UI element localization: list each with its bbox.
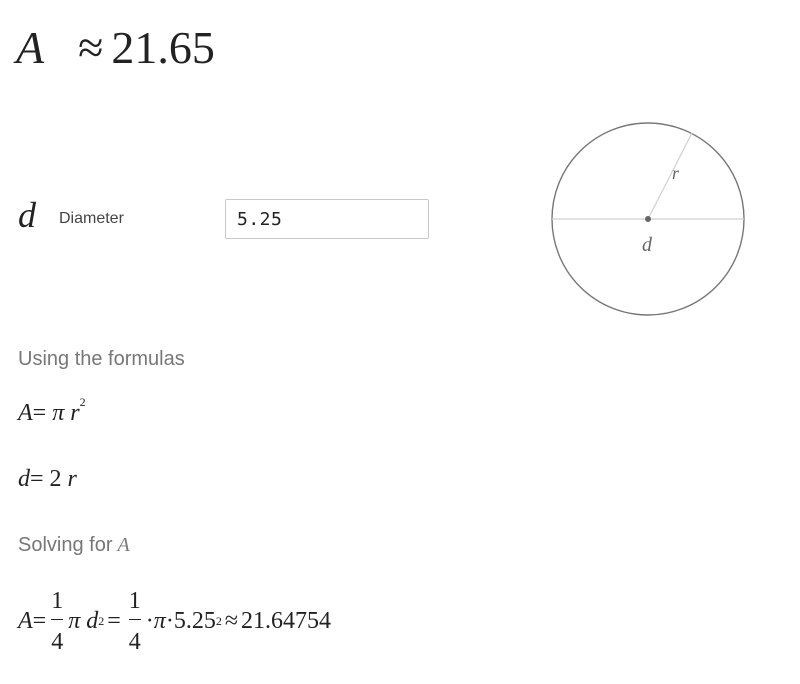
area-formula: A= π r2 <box>18 395 86 428</box>
radius-line <box>647 132 693 220</box>
solution-pi: π <box>68 607 81 634</box>
fraction-one-quarter: 1 4 <box>49 589 65 654</box>
approx-symbol: ≈ <box>78 22 104 73</box>
solution-value: 5.25 <box>173 607 216 634</box>
circle-diagram: r d <box>551 122 745 316</box>
formulas-heading: Using the formulas <box>18 348 185 370</box>
result-value: 21.65 <box>111 22 215 73</box>
diameter-diagram-label: d <box>642 234 653 256</box>
formula1-r: r <box>70 400 80 426</box>
radius-label: r <box>672 163 680 183</box>
formula1-lhs: A <box>18 400 33 426</box>
solution-result: 21.64754 <box>241 607 331 634</box>
diameter-variable: d <box>18 195 36 235</box>
fraction2-denominator: 4 <box>128 628 141 655</box>
solving-variable: A <box>117 534 130 556</box>
formula2-eq: = <box>30 466 44 492</box>
result-display: A ≈21.65 <box>16 18 215 78</box>
diameter-label: Diameter <box>59 210 124 227</box>
fraction1-denominator: 4 <box>51 628 64 655</box>
diameter-formula: d= 2 r <box>18 464 77 494</box>
solution-pi2: π <box>153 607 166 634</box>
solution-d: d <box>86 607 99 634</box>
center-point <box>645 216 651 222</box>
solution-eq2: = <box>107 607 121 634</box>
solution-dot2: · <box>165 607 174 634</box>
solution-dot1: · <box>145 607 154 634</box>
fraction-one-quarter-2: 1 4 <box>127 589 143 654</box>
solution-formula: A = 1 4 πd2 = 1 4 · π · 5.25 2 ≈21.64754 <box>18 587 331 655</box>
formula1-pi: π <box>52 400 65 426</box>
fraction1-numerator: 1 <box>51 587 64 614</box>
formula2-r: r <box>67 466 77 492</box>
solution-approx: ≈ <box>224 607 238 634</box>
formula2-lhs: d <box>18 466 30 492</box>
solution-lhs: A <box>18 607 33 634</box>
diameter-input[interactable] <box>225 199 429 239</box>
formula2-coef: 2 <box>49 466 62 492</box>
solving-heading: Solving for A <box>18 532 130 558</box>
solution-eq1: = <box>32 607 47 634</box>
fraction2-numerator: 1 <box>128 587 141 614</box>
solving-heading-text: Solving for <box>18 534 113 556</box>
formula1-exp: 2 <box>79 395 86 409</box>
formula1-eq: = <box>32 400 47 426</box>
result-variable: A <box>16 22 45 73</box>
